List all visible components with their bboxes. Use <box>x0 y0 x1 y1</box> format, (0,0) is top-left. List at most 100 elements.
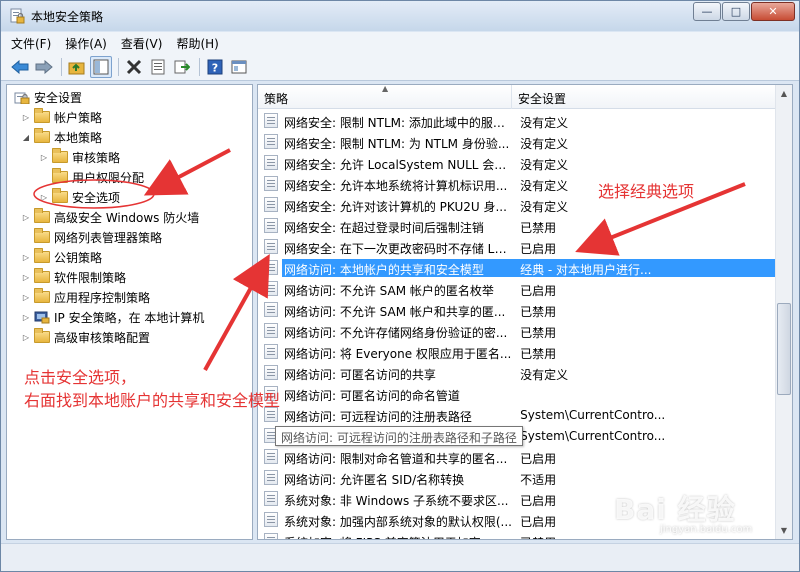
tree-item-software-restriction[interactable]: ▷ 软件限制策略 <box>21 267 126 287</box>
security-settings-icon <box>14 92 30 104</box>
ip-security-icon <box>34 311 50 324</box>
back-icon[interactable] <box>9 56 31 78</box>
expand-arrow-icon[interactable]: ▷ <box>21 213 31 222</box>
menu-view[interactable]: 查看(V) <box>121 35 163 52</box>
tree-label: 本地策略 <box>54 130 103 145</box>
tree-item-account-policies[interactable]: ▷ 帐户策略 <box>21 107 102 127</box>
tooltip: 网络访问: 可远程访问的注册表路径和子路径 <box>275 426 523 446</box>
close-button[interactable]: ✕ <box>751 2 795 21</box>
policy-row[interactable]: 网络安全: 在下一次更改密码时不存储 LA... 已启用 <box>258 236 778 257</box>
policy-row[interactable]: 网络访问: 将 Everyone 权限应用于匿名... 已禁用 <box>258 341 778 362</box>
policy-row[interactable]: 网络安全: 在超过登录时间后强制注销 已禁用 <box>258 215 778 236</box>
policy-row[interactable]: 网络访问: 可匿名访问的共享 没有定义 <box>258 362 778 383</box>
tree-item-local-policies[interactable]: ◢ 本地策略 <box>21 127 102 147</box>
expand-arrow-icon[interactable]: ▷ <box>39 153 49 162</box>
annotation-choose-classic: 选择经典选项 <box>598 182 695 201</box>
policy-row[interactable]: 网络安全: 允许 LocalSystem NULL 会话... 没有定义 <box>258 152 778 173</box>
scroll-up-icon[interactable]: ▲ <box>776 85 792 102</box>
folder-icon <box>34 268 50 283</box>
console-icon[interactable] <box>228 56 250 78</box>
scroll-thumb[interactable] <box>777 303 791 395</box>
policy-setting: 经典 - 对本地用户进行... <box>514 258 778 277</box>
collapse-arrow-icon[interactable]: ◢ <box>21 133 31 142</box>
vertical-scrollbar[interactable]: ▲ ▼ <box>775 85 792 539</box>
policy-row[interactable]: 网络访问: 不允许存储网络身份验证的密... 已禁用 <box>258 320 778 341</box>
svg-text:?: ? <box>212 62 218 75</box>
policy-row[interactable]: 网络访问: 允许匿名 SID/名称转换 不适用 <box>258 467 778 488</box>
policy-row[interactable]: 网络安全: 允许本地系统将计算机标识用... 没有定义 <box>258 173 778 194</box>
scroll-down-icon[interactable]: ▼ <box>776 522 792 539</box>
policy-icon <box>264 449 278 464</box>
toolbar: ? <box>1 54 799 81</box>
column-setting-label: 安全设置 <box>518 92 567 106</box>
policy-setting: 已启用 <box>520 451 557 466</box>
policy-row[interactable]: 网络访问: 可匿名访问的命名管道 <box>258 383 778 404</box>
tree-item-ip-security[interactable]: ▷ IP 安全策略，在 本地计算机 <box>21 307 204 327</box>
policy-row[interactable]: 网络访问: 不允许 SAM 帐户和共享的匿... 已禁用 <box>258 299 778 320</box>
policy-icon <box>264 512 278 527</box>
delete-icon[interactable] <box>123 56 145 78</box>
expand-arrow-icon[interactable]: ▷ <box>39 193 49 202</box>
policy-icon <box>264 365 278 380</box>
policy-row[interactable]: 网络访问: 不允许 SAM 帐户的匿名枚举 已启用 <box>258 278 778 299</box>
expand-arrow-icon[interactable]: ▷ <box>21 313 31 322</box>
up-folder-icon[interactable] <box>66 56 88 78</box>
sort-ascending-icon: ▲ <box>382 84 389 93</box>
policy-name: 系统加密: 将 FIPS 兼容算法用于加密、哈... <box>282 532 514 540</box>
menu-action[interactable]: 操作(A) <box>65 35 107 52</box>
tree-item-network-list[interactable]: 网络列表管理器策略 <box>21 227 162 247</box>
minimize-button[interactable]: — <box>693 2 721 21</box>
expand-arrow-icon[interactable]: ▷ <box>21 113 31 122</box>
show-tree-icon[interactable] <box>90 56 112 78</box>
policy-row-selected[interactable]: 网络访问: 本地帐户的共享和安全模型 经典 - 对本地用户进行... <box>258 257 778 278</box>
policy-row[interactable]: 网络安全: 限制 NTLM: 添加此域中的服务... 没有定义 <box>258 110 778 131</box>
tree-item-audit-policy[interactable]: ▷ 审核策略 <box>39 147 120 167</box>
tree-item-user-rights[interactable]: 用户权限分配 <box>39 167 144 187</box>
title-bar[interactable]: 本地安全策略 — □ ✕ <box>1 1 799 31</box>
tree-item-security-options[interactable]: ▷ 安全选项 <box>39 187 121 207</box>
tree-pane[interactable]: 安全设置 ▷ 帐户策略 ◢ 本地策略 ▷ 审核策略 用户权限分配 ▷ 安全选项 <box>6 84 253 540</box>
policy-setting: 已启用 <box>520 283 557 298</box>
expand-arrow-icon[interactable]: ▷ <box>21 253 31 262</box>
folder-icon <box>34 328 50 343</box>
policy-setting <box>514 385 778 403</box>
policy-setting: 没有定义 <box>520 157 569 172</box>
maximize-button[interactable]: □ <box>722 2 750 21</box>
forward-icon[interactable] <box>33 56 55 78</box>
expand-arrow-icon[interactable]: ▷ <box>21 273 31 282</box>
folder-icon <box>34 108 50 123</box>
policy-name: 网络访问: 可匿名访问的命名管道 <box>284 388 460 403</box>
tree-item-advanced-audit[interactable]: ▷ 高级审核策略配置 <box>21 327 150 347</box>
help-icon[interactable]: ? <box>204 56 226 78</box>
policy-name: 网络安全: 在下一次更改密码时不存储 LA... <box>284 241 515 256</box>
tree-item-public-key[interactable]: ▷ 公钥策略 <box>21 247 102 267</box>
properties-icon[interactable] <box>147 56 169 78</box>
policy-setting: 没有定义 <box>520 115 569 130</box>
policy-row[interactable]: 网络访问: 可远程访问的注册表路径 System\CurrentContro... <box>258 404 778 425</box>
expand-arrow-icon[interactable]: ▷ <box>21 293 31 302</box>
tree-item-app-control[interactable]: ▷ 应用程序控制策略 <box>21 287 150 307</box>
column-setting[interactable]: 安全设置 <box>512 85 778 109</box>
policy-row[interactable]: 网络安全: 限制 NTLM: 为 NTLM 身份验... 没有定义 <box>258 131 778 152</box>
menu-help[interactable]: 帮助(H) <box>176 35 218 52</box>
tree-item-security-settings[interactable]: 安全设置 <box>11 87 82 107</box>
expand-arrow-icon[interactable]: ▷ <box>21 333 31 342</box>
policy-row[interactable]: 网络访问: 限制对命名管道和共享的匿名... 已启用 <box>258 446 778 467</box>
policy-name: 系统对象: 加强内部系统对象的默认权限(... <box>284 514 512 529</box>
tree-label: IP 安全策略，在 本地计算机 <box>54 310 205 325</box>
policy-row[interactable]: 网络安全: 允许对该计算机的 PKU2U 身... 没有定义 <box>258 194 778 215</box>
folder-icon <box>52 188 68 203</box>
tree-item-windows-firewall[interactable]: ▷ 高级安全 Windows 防火墙 <box>21 207 199 227</box>
column-policy[interactable]: ▲ 策略 <box>258 85 512 109</box>
folder-open-icon <box>34 128 50 143</box>
policy-setting: System\CurrentContro... <box>520 428 666 443</box>
policy-name: 系统对象: 非 Windows 子系统不要求区... <box>284 493 509 508</box>
tree-label: 用户权限分配 <box>72 170 145 185</box>
policy-icon <box>264 323 278 338</box>
tree-label: 帐户策略 <box>54 110 103 125</box>
policy-name: 网络安全: 在超过登录时间后强制注销 <box>284 220 484 235</box>
menu-file[interactable]: 文件(F) <box>11 35 51 52</box>
tree-label: 应用程序控制策略 <box>54 290 151 305</box>
policy-list-pane[interactable]: ▲ 策略 安全设置 网络安全: 限制 NTLM: 添加此域中的服务... 没有定义… <box>257 84 793 540</box>
export-icon[interactable] <box>171 56 193 78</box>
